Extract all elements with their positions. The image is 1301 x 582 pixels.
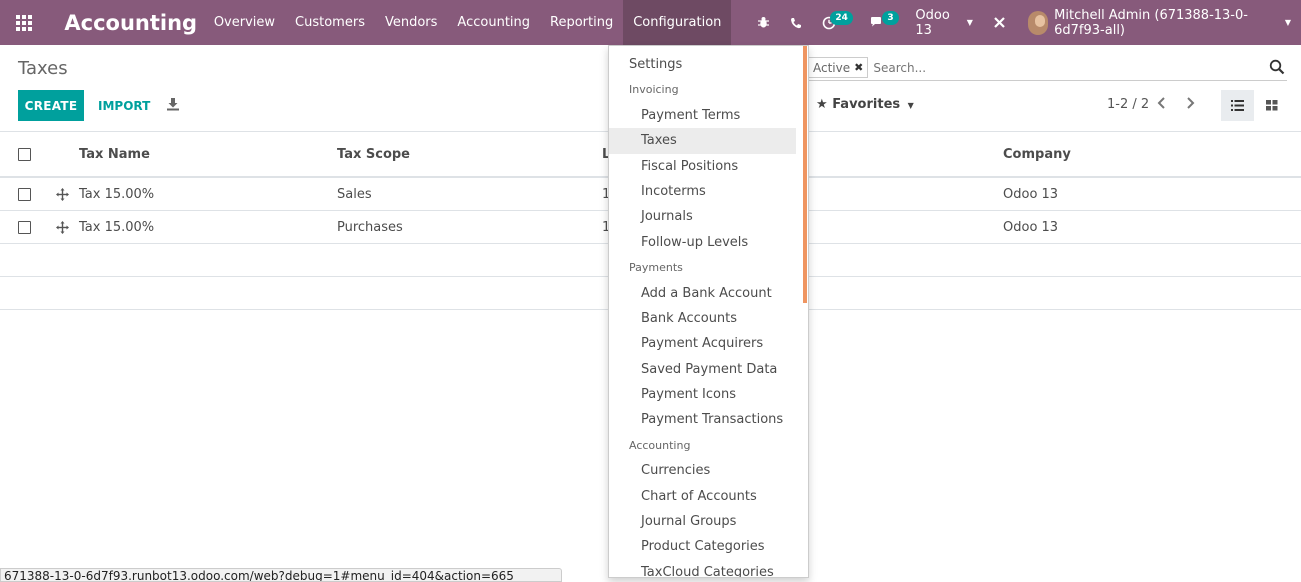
pager-previous-button[interactable] xyxy=(1156,95,1170,111)
pager-next-button[interactable] xyxy=(1184,95,1198,111)
message-count-badge: 3 xyxy=(882,11,899,25)
cell-tax-name: Tax 15.00% xyxy=(79,219,155,235)
dropdown-item-add-bank-account[interactable]: Add a Bank Account xyxy=(609,281,808,306)
menu-customers[interactable]: Customers xyxy=(285,0,375,45)
phone-icon xyxy=(791,17,802,28)
create-button[interactable]: CREATE xyxy=(18,90,84,121)
dropdown-item-taxcloud-categories[interactable]: TaxCloud Categories xyxy=(609,560,808,577)
debug-button[interactable] xyxy=(747,0,780,45)
dropdown-section-accounting: Accounting xyxy=(629,438,691,452)
search-icon[interactable] xyxy=(1269,59,1285,75)
chevron-right-icon xyxy=(1187,97,1195,109)
user-name: Mitchell Admin (671388-13-0-6d7f93-all) xyxy=(1054,7,1248,38)
grid-icon xyxy=(15,14,32,31)
debug-close-button[interactable] xyxy=(983,0,1016,45)
facet-label: Active xyxy=(813,60,851,75)
menu-configuration[interactable]: Configuration xyxy=(623,0,732,45)
cell-tax-scope: Purchases xyxy=(337,219,403,235)
download-button[interactable] xyxy=(166,97,182,113)
dropdown-item-journals[interactable]: Journals xyxy=(609,204,808,229)
dropdown-item-payment-transactions[interactable]: Payment Transactions xyxy=(609,407,808,432)
menu-reporting[interactable]: Reporting xyxy=(540,0,623,45)
select-all-checkbox[interactable] xyxy=(18,133,31,176)
filter-facet[interactable]: Active ✖ xyxy=(808,57,869,78)
dropdown-section-payments: Payments xyxy=(629,261,683,275)
dropdown-item-settings[interactable]: Settings xyxy=(609,52,808,77)
download-icon xyxy=(167,98,179,111)
row-checkbox[interactable] xyxy=(18,211,31,243)
dropdown-item-taxes[interactable]: Taxes xyxy=(609,128,796,154)
kanban-icon xyxy=(1265,100,1277,111)
configuration-dropdown: Settings Invoicing Payment Terms Taxes F… xyxy=(608,45,809,578)
main-menu: Overview Customers Vendors Accounting Re… xyxy=(204,0,732,45)
cell-company: Odoo 13 xyxy=(1003,219,1059,235)
dropdown-item-payment-icons[interactable]: Payment Icons xyxy=(609,382,808,407)
company-switcher[interactable]: Odoo 13 ▼ xyxy=(905,0,982,45)
cell-tax-name: Tax 15.00% xyxy=(79,186,155,202)
favorites-label: Favorites xyxy=(832,97,901,112)
voip-button[interactable] xyxy=(780,0,812,45)
remove-facet-icon[interactable]: ✖ xyxy=(854,61,863,74)
bug-icon xyxy=(758,17,770,28)
search-bar: Active ✖ xyxy=(808,55,1287,81)
menu-overview[interactable]: Overview xyxy=(204,0,285,45)
activity-count-badge: 24 xyxy=(830,11,853,25)
column-header-tax-scope[interactable]: Tax Scope xyxy=(337,133,410,176)
dropdown-item-currencies[interactable]: Currencies xyxy=(609,458,808,483)
dropdown-item-fiscal-positions[interactable]: Fiscal Positions xyxy=(609,154,808,179)
activity-button[interactable]: 24 xyxy=(812,0,853,45)
close-icon xyxy=(994,17,1005,28)
dropdown-item-follow-up-levels[interactable]: Follow-up Levels xyxy=(609,230,808,255)
drag-handle[interactable] xyxy=(56,178,69,210)
systray: 24 3 Odoo 13 ▼ Mitchell Admin (671388-13… xyxy=(741,0,1301,45)
dropdown-item-payment-terms[interactable]: Payment Terms xyxy=(609,103,808,128)
company-name: Odoo 13 xyxy=(915,7,950,38)
star-icon: ★ xyxy=(816,97,828,112)
dropdown-scrollbar[interactable] xyxy=(803,46,807,303)
favorites-dropdown[interactable]: ★ Favorites ▼ xyxy=(816,97,914,112)
menu-accounting[interactable]: Accounting xyxy=(447,0,540,45)
dropdown-item-product-categories[interactable]: Product Categories xyxy=(609,534,808,559)
list-icon xyxy=(1231,100,1244,111)
cell-company: Odoo 13 xyxy=(1003,186,1059,202)
row-checkbox[interactable] xyxy=(18,178,31,210)
breadcrumb: Taxes xyxy=(18,58,68,79)
dropdown-section-invoicing: Invoicing xyxy=(629,83,679,97)
dropdown-item-chart-of-accounts[interactable]: Chart of Accounts xyxy=(609,484,808,509)
dropdown-item-journal-groups[interactable]: Journal Groups xyxy=(609,509,808,534)
pager-value[interactable]: 1-2 / 2 xyxy=(1107,97,1149,112)
user-menu[interactable]: Mitchell Admin (671388-13-0-6d7f93-all) … xyxy=(1016,0,1301,45)
messaging-button[interactable]: 3 xyxy=(860,0,899,45)
list-view-button[interactable] xyxy=(1221,90,1254,121)
drag-handle[interactable] xyxy=(56,211,69,243)
apps-menu-button[interactable] xyxy=(0,0,47,45)
caret-down-icon: ▼ xyxy=(1284,18,1292,27)
dropdown-item-bank-accounts[interactable]: Bank Accounts xyxy=(609,306,808,331)
caret-down-icon: ▼ xyxy=(907,101,914,110)
top-navbar: Accounting Overview Customers Vendors Ac… xyxy=(0,0,1301,45)
search-input[interactable] xyxy=(873,60,1254,75)
dropdown-item-saved-payment-data[interactable]: Saved Payment Data xyxy=(609,357,808,382)
caret-down-icon: ▼ xyxy=(966,18,973,27)
app-title[interactable]: Accounting xyxy=(47,11,203,35)
kanban-view-button[interactable] xyxy=(1255,90,1288,121)
dropdown-item-incoterms[interactable]: Incoterms xyxy=(609,179,808,204)
dropdown-item-payment-acquirers[interactable]: Payment Acquirers xyxy=(609,331,808,356)
cell-tax-scope: Sales xyxy=(337,186,372,202)
column-header-company[interactable]: Company xyxy=(1003,133,1071,176)
menu-vendors[interactable]: Vendors xyxy=(375,0,447,45)
arrows-icon xyxy=(56,187,69,201)
import-button[interactable]: IMPORT xyxy=(92,90,156,121)
arrows-icon xyxy=(56,220,69,234)
column-header-tax-name[interactable]: Tax Name xyxy=(79,133,150,176)
avatar xyxy=(1027,10,1049,35)
status-bar-url: 671388-13-0-6d7f93.runbot13.odoo.com/web… xyxy=(0,568,562,582)
chevron-left-icon xyxy=(1157,97,1165,109)
